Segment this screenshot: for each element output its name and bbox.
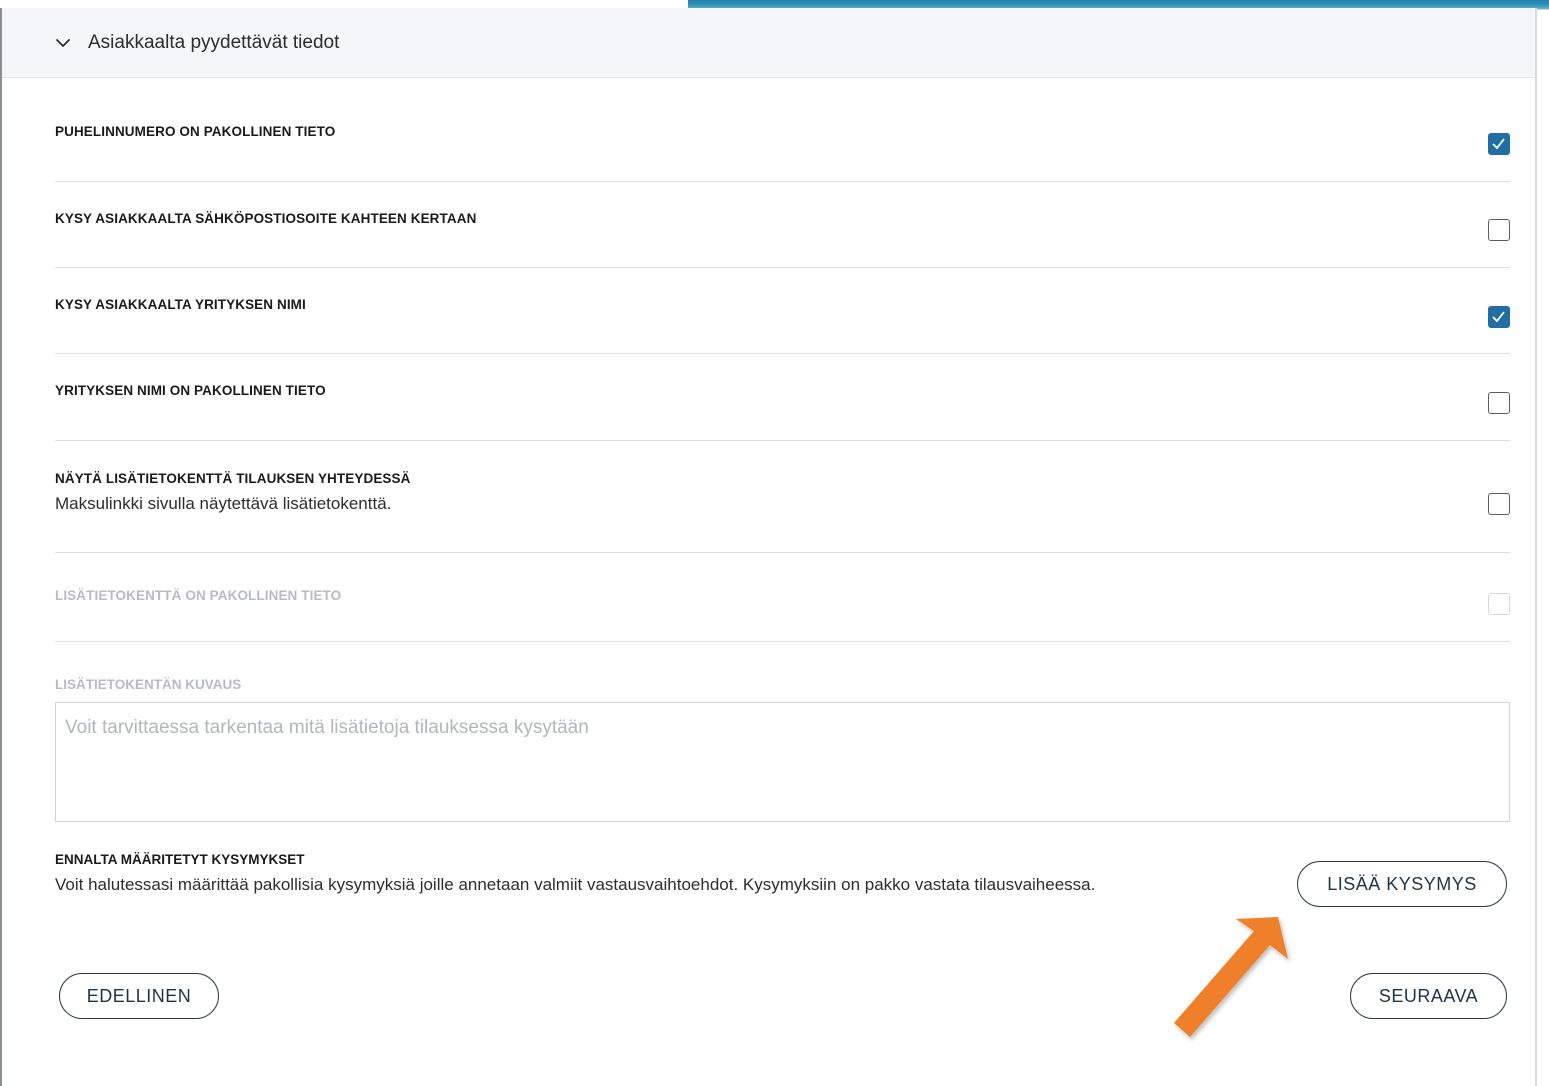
checkbox-company-required[interactable] <box>1488 392 1510 414</box>
checkbox-extra-field-required[interactable] <box>1488 593 1510 615</box>
setting-row-company-required: YRITYKSEN NIMI ON PAKOLLINEN TIETO <box>55 353 1510 441</box>
checkbox-ask-company[interactable] <box>1488 306 1510 328</box>
setting-label: KYSY ASIAKKAALTA YRITYKSEN NIMI <box>55 297 306 312</box>
setting-row-phone-required: PUHELINNUMERO ON PAKOLLINEN TIETO <box>55 94 1510 182</box>
checkbox-show-extra-field[interactable] <box>1488 493 1510 515</box>
checkbox-email-twice[interactable] <box>1488 219 1510 241</box>
predefined-questions-description: Voit halutessasi määrittää pakollisia ky… <box>55 875 1096 894</box>
checkmark-icon <box>1492 311 1505 323</box>
setting-label: LISÄTIETOKENTTÄ ON PAKOLLINEN TIETO <box>55 588 342 603</box>
checkmark-icon <box>1492 138 1505 150</box>
arrow-icon <box>1174 917 1288 1037</box>
section-header[interactable]: Asiakkaalta pyydettävät tiedot <box>2 8 1535 78</box>
previous-button[interactable]: EDELLINEN <box>59 973 219 1019</box>
setting-row-ask-company: KYSY ASIAKKAALTA YRITYKSEN NIMI <box>55 267 1510 354</box>
setting-row-email-twice: KYSY ASIAKKAALTA SÄHKÖPOSTIOSOITE KAHTEE… <box>55 181 1510 268</box>
setting-label: PUHELINNUMERO ON PAKOLLINEN TIETO <box>55 124 336 139</box>
setting-row-show-extra-field: NÄYTÄ LISÄTIETOKENTTÄ TILAUKSEN YHTEYDES… <box>55 440 1510 553</box>
checkbox-phone-required[interactable] <box>1488 133 1510 155</box>
setting-label: YRITYKSEN NIMI ON PAKOLLINEN TIETO <box>55 383 326 398</box>
section-title: Asiakkaalta pyydettävät tiedot <box>88 31 340 53</box>
setting-description: Maksulinkki sivulla näytettävä lisätieto… <box>55 494 392 513</box>
next-button[interactable]: SEURAAVA <box>1350 973 1507 1019</box>
chevron-down-icon[interactable] <box>54 34 72 52</box>
extra-field-description-label: LISÄTIETOKENTÄN KUVAUS <box>55 677 242 692</box>
add-question-button[interactable]: LISÄÄ KYSYMYS <box>1297 861 1507 907</box>
setting-label: NÄYTÄ LISÄTIETOKENTTÄ TILAUKSEN YHTEYDES… <box>55 471 411 486</box>
predefined-questions-title: ENNALTA MÄÄRITETYT KYSYMYKSET <box>55 852 305 867</box>
extra-field-description-input[interactable] <box>55 702 1510 822</box>
setting-row-extra-field-required: LISÄTIETOKENTTÄ ON PAKOLLINEN TIETO <box>55 552 1510 642</box>
setting-label: KYSY ASIAKKAALTA SÄHKÖPOSTIOSOITE KAHTEE… <box>55 211 477 226</box>
